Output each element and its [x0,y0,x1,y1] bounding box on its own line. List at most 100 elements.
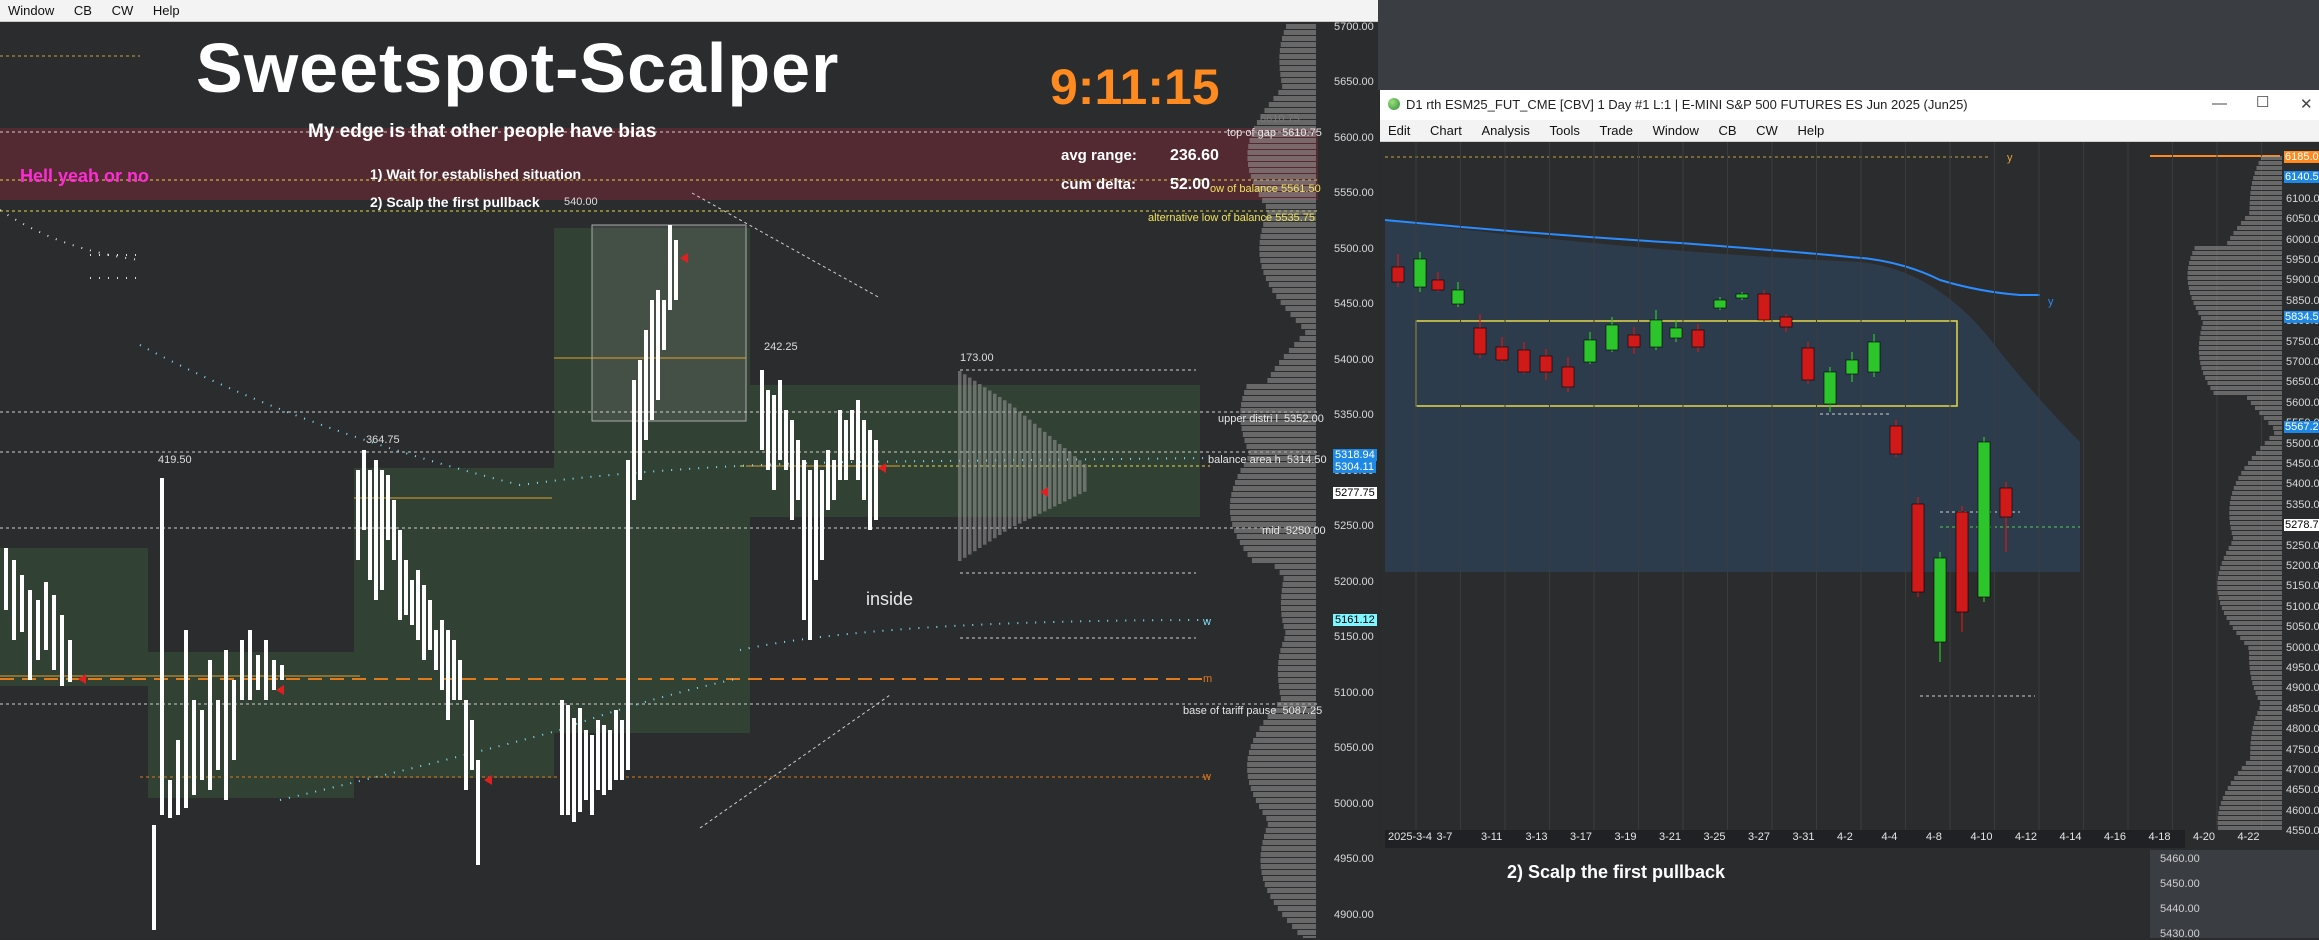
profile-row [1299,336,1316,341]
profile-row [2220,566,2282,570]
date-tick: 4-16 [2104,831,2127,843]
cum-delta-value: 52.00 [1170,176,1211,193]
profile-row [1262,876,1316,881]
profile-row [2231,531,2282,535]
right-chart-canvas[interactable] [1380,142,2319,850]
profile-row [2264,441,2282,445]
profile-row [2205,376,2282,380]
price-tick: 5400.00 [2286,478,2319,491]
faded-bar [1078,460,1082,495]
price-bar [168,780,172,818]
candle-body [1473,327,1487,355]
profile-row [1265,276,1316,281]
profile-row [1253,738,1316,743]
profile-row [2250,671,2282,675]
profile-row [2249,206,2282,210]
profile-row [2187,271,2282,275]
profile-row [2233,231,2282,235]
profile-row [1281,588,1316,593]
candle-body [1669,327,1683,339]
profile-row [2255,716,2282,720]
menu-analysis[interactable]: Analysis [1473,120,1537,139]
profile-row [1247,768,1316,773]
profile-row [1231,492,1316,497]
price-tick: 5850.00 [2286,294,2319,307]
date-tick: 4-18 [2148,831,2171,843]
clock: 9:11:15 [1050,59,1220,115]
maximize-icon[interactable]: ☐ [2256,93,2269,111]
price-bar [838,410,842,480]
profile-row [2269,436,2282,440]
price-tick: 4650.00 [2286,784,2319,797]
menu-chart[interactable]: Chart [1422,120,1470,139]
profile-row [2229,506,2282,510]
price-bar [662,300,666,350]
profile-row [2251,676,2282,680]
profile-row [2252,726,2282,730]
menu-help[interactable]: Help [1789,120,1832,139]
profile-row [2201,316,2282,320]
profile-row [1286,24,1316,29]
price-tick: 4550.00 [2286,825,2319,838]
price-bar [572,718,576,822]
marker-y-top: y [2007,152,2013,164]
profile-row [2235,481,2282,485]
profile-row [1273,96,1316,101]
menu-window[interactable]: Window [1645,120,1707,139]
price-tick: 5100.00 [2286,600,2319,613]
minimize-icon[interactable]: — [2212,95,2227,112]
price-bar [60,615,64,686]
profile-row [1259,246,1316,251]
profile-row [1260,864,1316,869]
price-tick: 5950.00 [2286,254,2319,266]
candle-body [1691,329,1705,348]
profile-row [2234,776,2282,780]
close-icon[interactable]: ✕ [2300,95,2313,113]
price-bar [404,560,408,615]
candle-body [1391,266,1405,283]
profile-row [1249,780,1316,785]
profile-row [2250,756,2282,760]
price-bar [464,700,468,790]
profile-row [2201,326,2282,330]
price-bar [68,640,72,682]
candle-body [1955,511,1969,613]
faded-bar [983,387,987,545]
price-bar [668,225,672,310]
profile-row [2249,661,2282,665]
faded-bar [963,374,967,558]
price-tick: 5350.00 [2286,498,2319,511]
profile-row [1285,630,1316,635]
price-bar [820,470,824,560]
price-tick: 5650.00 [2286,376,2319,389]
menu-cw[interactable]: CW [1748,120,1786,139]
menu-trade[interactable]: Trade [1591,120,1640,139]
profile-row [1243,546,1316,551]
price-bar [374,460,378,600]
profile-row [2200,331,2282,335]
menu-cb[interactable]: CB [1710,120,1744,139]
right-title-bar[interactable]: D1 rth ESM25_FUT_CME [CBV] 1 Day #1 L:1 … [1380,90,2319,120]
candle-body [1517,349,1531,373]
price-bar [476,760,480,865]
bottom-step-2: 2) Scalp the first pullback [1507,862,1726,882]
profile-row [1247,552,1316,557]
menu-edit[interactable]: Edit [1380,120,1418,139]
price-tick: 5200.00 [2286,560,2319,572]
profile-row [1241,402,1316,407]
price-badge-blue-1: 5318.94 [1333,449,1377,461]
faded-bar [1008,403,1012,529]
profile-row [2210,386,2282,390]
profile-row [1241,426,1316,431]
profile-row [2232,536,2282,540]
price-tick: 5450.00 [2286,458,2319,470]
price-bar [844,420,848,480]
faded-bar [1023,415,1027,522]
candle-body [1561,366,1575,388]
faded-bar [1013,407,1017,527]
date-tick: 3-13 [1525,831,1548,843]
price-bar [862,420,866,500]
profile-row [2225,791,2282,795]
menu-tools[interactable]: Tools [1542,120,1588,139]
left-chart-canvas[interactable] [0,0,1378,938]
